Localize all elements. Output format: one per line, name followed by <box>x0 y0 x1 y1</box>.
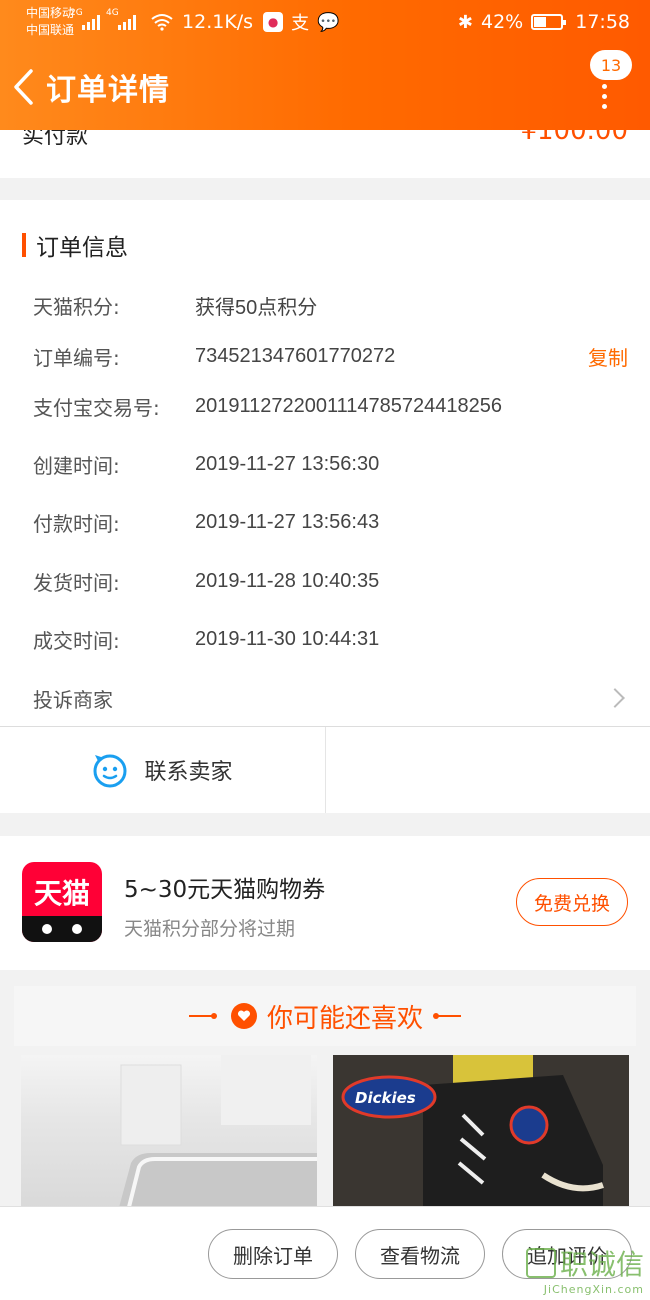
wifi-icon <box>151 14 173 31</box>
info-key: 支付宝交易号: <box>33 395 160 420</box>
order-info-card: 订单信息 天猫积分: 获得50点积分 订单编号: 734521347601770… <box>0 200 650 813</box>
heart-icon <box>230 1003 257 1029</box>
info-value: 2019-11-27 13:56:30 <box>195 452 380 475</box>
info-value: 2019-11-28 10:40:35 <box>195 569 380 592</box>
carrier-2: 中国联通 <box>26 23 75 37</box>
info-value: 2019112722001114785724418256 <box>195 394 502 417</box>
message-count-badge: 13 <box>590 50 632 80</box>
battery-percent: 42% <box>481 11 524 33</box>
delete-order-button[interactable]: 删除订单 <box>208 1229 338 1279</box>
bluetooth-icon: ✱ <box>457 11 473 33</box>
copy-button[interactable]: 复制 <box>588 342 628 371</box>
alipay-icon: 支 <box>291 13 310 34</box>
order-info-title: 订单信息 <box>22 228 128 262</box>
coupon-card[interactable]: 天猫 5~30元天猫购物券 天猫积分部分将过期 免费兑换 <box>0 836 650 970</box>
tmall-logo-text: 天猫 <box>33 877 90 910</box>
watermark: 职诚信 JiChengXin.com <box>525 1243 644 1296</box>
back-icon[interactable] <box>12 67 42 107</box>
carrier-info: 中国移动 中国联通 <box>26 5 74 39</box>
carrier-1: 中国移动 <box>26 6 75 20</box>
more-menu-button[interactable]: 13 <box>586 50 632 116</box>
coupon-subtitle: 天猫积分部分将过期 <box>124 918 296 940</box>
status-bar: 中国移动 中国联通 2G 4G 12.1K/s ● 支 💬 ✱ 42% 17:5… <box>0 0 650 44</box>
info-row-alipay: 支付宝交易号: 2019112722001114785724418256 <box>33 388 628 424</box>
nav-bar: 订单详情 13 <box>0 44 650 130</box>
notification-app-icon: ● <box>263 12 284 32</box>
order-number-value: 734521347601770272 <box>195 344 396 367</box>
product-image-1 <box>117 1055 317 1215</box>
info-value: 获得50点积分 <box>195 296 318 319</box>
tmall-logo: 天猫 <box>22 862 102 942</box>
redeem-button[interactable]: 免费兑换 <box>516 878 628 926</box>
signal-icon-2: 4G <box>106 8 137 30</box>
page-title: 订单详情 <box>46 73 170 108</box>
complain-seller-row[interactable]: 投诉商家 <box>33 678 628 718</box>
coupon-title: 5~30元天猫购物券 <box>124 877 326 903</box>
more-dots-icon <box>602 84 607 109</box>
network-type-2: 4G <box>106 8 119 18</box>
info-row-created: 创建时间: 2019-11-27 13:56:30 <box>33 446 628 482</box>
info-row-shipped: 发货时间: 2019-11-28 10:40:35 <box>33 563 628 599</box>
info-key: 成交时间: <box>33 628 120 653</box>
chat-face-icon <box>93 754 127 788</box>
bottom-action-bar: 删除订单 查看物流 追加评价 职诚信 JiChengXin.com <box>0 1206 650 1300</box>
product-card-2[interactable]: Dickies <box>333 1055 629 1215</box>
info-row-paid: 付款时间: 2019-11-27 13:56:43 <box>33 504 628 540</box>
info-key: 天猫积分: <box>33 294 120 319</box>
info-value: 2019-11-30 10:44:31 <box>195 627 380 650</box>
signal-icon: 2G <box>70 8 101 30</box>
recommend-header: 你可能还喜欢 <box>14 986 636 1046</box>
contact-seller-button[interactable]: 联系卖家 <box>0 727 326 813</box>
info-key: 创建时间: <box>33 453 120 478</box>
info-key: 发货时间: <box>33 570 120 595</box>
app-header: 中国移动 中国联通 2G 4G 12.1K/s ● 支 💬 ✱ 42% 17:5… <box>0 0 650 130</box>
watermark-url: JiChengXin.com <box>543 1283 644 1296</box>
info-row-completed: 成交时间: 2019-11-30 10:44:31 <box>33 621 628 657</box>
info-row-order-number: 订单编号: 734521347601770272 复制 <box>33 338 628 374</box>
network-type-1: 2G <box>70 8 83 18</box>
view-logistics-button[interactable]: 查看物流 <box>355 1229 485 1279</box>
complain-label: 投诉商家 <box>33 687 113 712</box>
product-card-1[interactable] <box>21 1055 317 1215</box>
brand-logo-text: Dickies <box>355 1089 416 1107</box>
info-row-points: 天猫积分: 获得50点积分 <box>33 287 628 323</box>
network-speed: 12.1K/s <box>182 11 254 33</box>
chevron-right-icon <box>605 688 625 708</box>
product-image-2: Dickies <box>333 1055 629 1215</box>
watermark-logo-icon <box>525 1248 556 1278</box>
contact-seller-label: 联系卖家 <box>144 760 233 785</box>
clock-time: 17:58 <box>575 11 630 33</box>
recommend-title: 你可能还喜欢 <box>266 1003 423 1034</box>
message-icon: 💬 <box>317 11 340 33</box>
info-key: 订单编号: <box>33 345 120 370</box>
info-key: 付款时间: <box>33 511 120 536</box>
info-value: 2019-11-27 13:56:43 <box>195 510 380 533</box>
battery-icon <box>531 14 567 30</box>
watermark-text: 职诚信 <box>559 1248 644 1281</box>
